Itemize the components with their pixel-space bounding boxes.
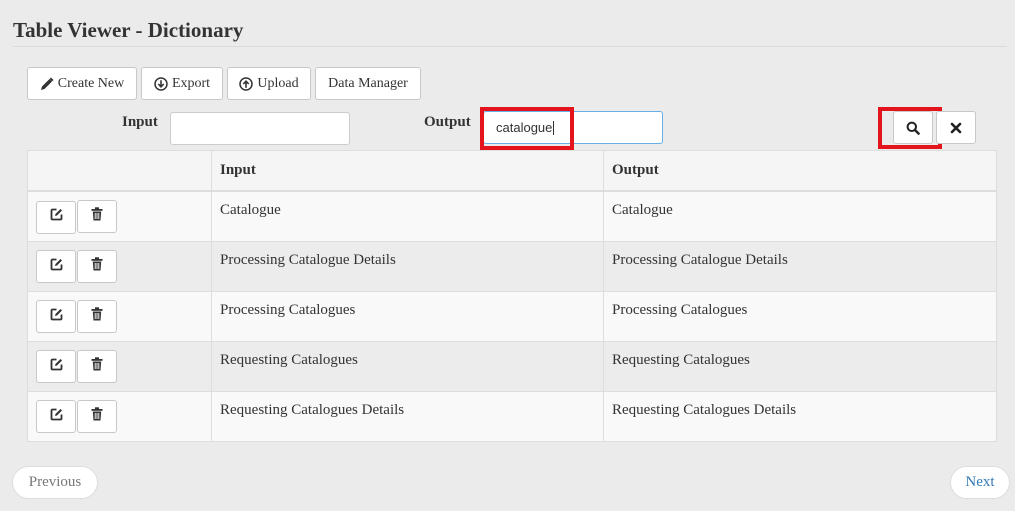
actions-column-header <box>27 150 212 192</box>
output-cell: Catalogue <box>603 190 997 242</box>
data-manager-label: Data Manager <box>328 75 408 91</box>
edit-button[interactable] <box>36 400 76 433</box>
text-cursor <box>553 120 555 135</box>
download-circle-icon <box>154 76 168 91</box>
edit-button[interactable] <box>36 200 76 234</box>
search-icon <box>906 121 920 135</box>
edit-icon <box>50 308 63 326</box>
page-title: Table Viewer - Dictionary <box>13 18 244 42</box>
input-cell: Requesting Catalogues <box>211 340 604 392</box>
table-row: Catalogue Catalogue <box>27 190 997 242</box>
edit-button[interactable] <box>36 250 76 283</box>
output-filter-field[interactable]: catalogue <box>483 111 663 144</box>
input-cell: Processing Catalogue Details <box>211 240 604 292</box>
delete-button[interactable] <box>77 399 117 433</box>
table-row: Requesting Catalogues Requesting Catalogu… <box>27 340 997 392</box>
export-label: Export <box>171 75 211 91</box>
input-filter-label: Input <box>122 114 158 130</box>
trash-icon <box>91 256 103 276</box>
row-actions-cell <box>27 190 212 242</box>
close-icon <box>950 122 962 134</box>
input-column-header[interactable]: Input <box>211 150 604 192</box>
input-filter-field[interactable] <box>170 112 350 145</box>
trash-icon <box>91 306 103 326</box>
create-new-label: Create New <box>57 75 125 91</box>
table-row: Processing Catalogue Details Processing C… <box>27 240 997 292</box>
edit-button[interactable] <box>36 350 76 383</box>
output-filter-value: catalogue <box>496 120 553 135</box>
upload-circle-icon <box>239 76 254 91</box>
output-cell: Processing Catalogues <box>603 290 997 342</box>
trash-icon <box>91 356 103 376</box>
input-cell: Requesting Catalogues Details <box>211 390 604 442</box>
trash-icon <box>91 207 103 226</box>
input-cell: Catalogue <box>211 190 604 242</box>
delete-button[interactable] <box>77 200 117 233</box>
table-row: Processing Catalogues Processing Catalogu… <box>27 290 997 342</box>
next-button[interactable]: Next <box>950 466 1010 499</box>
output-column-header[interactable]: Output <box>603 150 997 192</box>
output-cell: Requesting Catalogues <box>603 340 997 392</box>
delete-button[interactable] <box>77 249 117 283</box>
pencil-icon <box>40 76 54 91</box>
edit-icon <box>50 358 63 376</box>
delete-button[interactable] <box>77 349 117 383</box>
edit-icon <box>50 258 63 276</box>
output-filter-label: Output <box>424 114 471 130</box>
edit-icon <box>50 208 63 226</box>
title-divider <box>13 46 1007 47</box>
row-actions-cell <box>27 390 212 442</box>
upload-label: Upload <box>257 75 299 91</box>
output-cell: Requesting Catalogues Details <box>603 390 997 442</box>
input-cell: Processing Catalogues <box>211 290 604 342</box>
clear-button[interactable] <box>936 111 976 144</box>
create-new-button[interactable]: Create New <box>27 67 137 100</box>
edit-icon <box>50 408 63 426</box>
export-button[interactable]: Export <box>141 67 223 100</box>
previous-button[interactable]: Previous <box>12 466 98 499</box>
trash-icon <box>91 406 103 426</box>
data-manager-button[interactable]: Data Manager <box>315 67 421 100</box>
table-header-row: Input Output <box>27 150 997 192</box>
dictionary-table: Input Output Catalogue Catalogue Processin… <box>27 150 997 442</box>
search-button[interactable] <box>893 111 933 144</box>
upload-button[interactable]: Upload <box>227 67 311 100</box>
edit-button[interactable] <box>36 300 76 333</box>
table-row: Requesting Catalogues Details Requesting … <box>27 390 997 442</box>
output-cell: Processing Catalogue Details <box>603 240 997 292</box>
row-actions-cell <box>27 340 212 392</box>
delete-button[interactable] <box>77 299 117 333</box>
row-actions-cell <box>27 240 212 292</box>
row-actions-cell <box>27 290 212 342</box>
